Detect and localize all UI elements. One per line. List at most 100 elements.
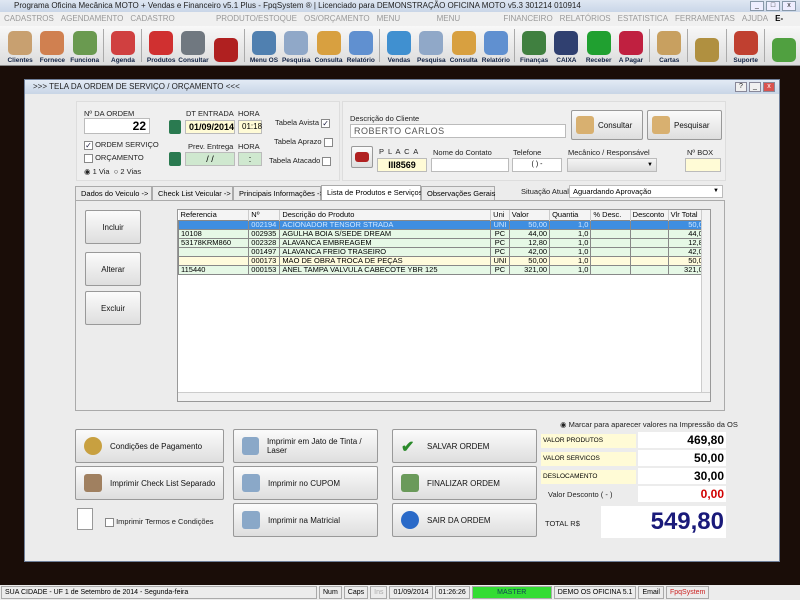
close-button[interactable]: x (782, 1, 796, 11)
box-field[interactable] (685, 158, 721, 172)
situacao-dropdown[interactable]: Aguardando Aprovação ▼ (569, 185, 723, 198)
menu-item[interactable]: FERRAMENTAS (675, 12, 735, 26)
maximize-button[interactable]: □ (766, 1, 780, 11)
help-button[interactable]: ? (735, 82, 747, 92)
calendar-icon[interactable] (169, 120, 181, 134)
tab-lista-produtos[interactable]: Lista de Produtos e Serviços -> (321, 185, 431, 201)
menu-item[interactable]: CADASTROS (4, 12, 54, 26)
column-header[interactable]: Desconto (630, 210, 669, 220)
toolbar-button[interactable]: Consultar (177, 26, 209, 66)
deslocamento-field[interactable]: 30,00 (638, 468, 726, 484)
marcar-radio[interactable]: ◉ Marcar para aparecer valores na Impres… (560, 420, 738, 429)
close-button[interactable]: x (763, 82, 775, 92)
tabela-aprazo-checkbox[interactable]: Tabela Aprazo (274, 137, 333, 147)
imprimir-jato-button[interactable]: Imprimir em Jato de Tinta / Laser (233, 429, 378, 463)
menu-item[interactable]: E-MAIL (775, 12, 800, 37)
salvar-ordem-button[interactable]: ✔ SALVAR ORDEM (392, 429, 537, 463)
sair-ordem-button[interactable]: SAIR DA ORDEM (392, 503, 537, 537)
mecanico-dropdown[interactable]: ▼ (567, 158, 657, 172)
toolbar-button[interactable]: Cartas (653, 26, 685, 66)
via-radio-group[interactable]: ◉ 1 Via ○ 2 Vias (84, 167, 141, 176)
incluir-button[interactable]: Incluir (85, 210, 141, 244)
horizontal-scrollbar[interactable] (178, 392, 710, 401)
menu-item[interactable]: OS/ORÇAMENTO (304, 12, 370, 26)
minimize-button[interactable]: _ (749, 82, 761, 92)
toolbar-button[interactable]: Consulta (447, 26, 479, 66)
menu-item[interactable]: FINANCEIRO (503, 12, 552, 26)
telefone-field[interactable]: ( ) - (512, 158, 562, 172)
toolbar-button[interactable] (210, 26, 242, 66)
menu-item[interactable]: PRODUTO/ESTOQUE (216, 12, 297, 26)
status-email[interactable]: Email (638, 586, 664, 599)
toolbar-button[interactable]: Clientes (4, 26, 36, 66)
toolbar-button[interactable]: A Pagar (615, 26, 647, 66)
prev-entrega-field[interactable]: / / (185, 152, 235, 166)
column-header[interactable]: % Desc. (590, 210, 631, 220)
toolbar-button[interactable] (691, 26, 723, 66)
imprimir-check-list-button[interactable]: Imprimir Check List Separado (75, 466, 224, 500)
ordem-servico-checkbox[interactable]: ✓ ORDEM SERVIÇO (84, 140, 159, 150)
menu-item[interactable]: CADASTRO VEICULOS (130, 12, 209, 37)
toolbar-button[interactable]: Pesquisa (280, 26, 312, 66)
imprimir-matricial-button[interactable]: Imprimir na Matricial (233, 503, 378, 537)
toolbar-button[interactable] (768, 26, 800, 66)
calendar-icon[interactable] (169, 152, 181, 166)
column-header[interactable]: Nº (248, 210, 281, 220)
client-name-field[interactable]: ROBERTO CARLOS (350, 124, 566, 138)
dt-entrada-field[interactable]: 01/09/2014 (185, 120, 235, 134)
toolbar-button[interactable]: Finanças (518, 26, 550, 66)
menu-item[interactable]: RELATÓRIOS (560, 12, 611, 26)
column-header[interactable]: Valor (509, 210, 551, 220)
orcamento-checkbox[interactable]: ORÇAMENTO (84, 153, 144, 163)
toolbar-button[interactable]: Receber (583, 26, 615, 66)
minimize-button[interactable]: _ (750, 1, 764, 11)
table-row[interactable]: 53178KRM860 002328 ALAVANCA EMBREAGEM PC 12,… (178, 237, 710, 248)
menu-item[interactable]: MENU VENDAS (377, 12, 430, 37)
toolbar-button[interactable]: Menu OS (248, 26, 280, 66)
column-header[interactable]: Referencia (178, 210, 250, 220)
toolbar-button[interactable]: Vendas (383, 26, 415, 66)
imprimir-cupom-button[interactable]: Imprimir no CUPOM (233, 466, 378, 500)
finalizar-ordem-button[interactable]: FINALIZAR ORDEM (392, 466, 537, 500)
table-row[interactable]: 002194 ACIONADOR TENSOR STRADA UNI 50,00 1,0… (178, 219, 710, 230)
column-header[interactable]: Descrição do Produto (279, 210, 492, 220)
tabela-avista-checkbox[interactable]: Tabela Avista ✓ (275, 118, 331, 128)
table-row[interactable]: 10108 002935 AGULHA BOIA S/SEDE DREAM PC 44,… (178, 228, 710, 239)
toolbar-button[interactable]: Relatório (480, 26, 512, 66)
menu-item[interactable]: AJUDA (742, 12, 768, 26)
condicoes-pagamento-button[interactable]: Condições de Pagamento (75, 429, 224, 463)
menu-item[interactable]: ESTATISTICA (618, 12, 668, 26)
alterar-button[interactable]: Alterar (85, 252, 141, 286)
moto-button[interactable] (351, 146, 373, 168)
menu-item[interactable]: AGENDAMENTO (61, 12, 124, 26)
contato-field[interactable] (431, 158, 509, 172)
menu-item[interactable]: MENU COMPRAS (437, 12, 497, 37)
toolbar-button[interactable]: Suporte (730, 26, 762, 66)
tabela-atacado-checkbox[interactable]: Tabela Atacado (269, 156, 332, 166)
tab-dados-veiculo[interactable]: Dados do Veiculo -> (75, 186, 152, 200)
tab-observacoes[interactable]: Observações Gerais (421, 186, 495, 200)
toolbar-button[interactable]: Funciona (69, 26, 101, 66)
toolbar-button[interactable]: Relatório (345, 26, 377, 66)
pesquisar-button[interactable]: Pesquisar (647, 110, 722, 140)
imprimir-termos-checkbox[interactable]: Imprimir Termos e Condições (105, 517, 213, 527)
toolbar-button[interactable]: Consulta (312, 26, 344, 66)
table-row[interactable]: 115440 000153 ANEL TAMPA VALVULA CABECOTE … (178, 264, 710, 275)
toolbar-button[interactable]: CAIXA (550, 26, 582, 66)
column-header[interactable]: Quantia (549, 210, 592, 220)
consultar-button[interactable]: Consultar (571, 110, 643, 140)
excluir-button[interactable]: Excluir (85, 291, 141, 325)
tab-check-list[interactable]: Check List Veicular -> (152, 186, 233, 200)
order-number-field[interactable]: 22 (84, 118, 150, 134)
placa-field[interactable]: III8569 (377, 158, 427, 172)
table-row[interactable]: 000173 MAO DE OBRA TROCA DE PEÇAS UNI 50,00… (178, 255, 710, 266)
toolbar-button[interactable]: Pesquisa (415, 26, 447, 66)
vertical-scrollbar[interactable] (701, 210, 710, 393)
hora2-field[interactable]: : (238, 152, 262, 166)
table-row[interactable]: 001497 ALAVANCA FREIO TRASEIRO PC 42,00 1,0 4… (178, 246, 710, 257)
tab-principais-informacoes[interactable]: Principais Informações -> (233, 186, 324, 200)
desconto-field[interactable]: 0,00 (638, 486, 726, 502)
column-header[interactable]: Uni (490, 210, 510, 220)
hora-field[interactable]: 01:18 (238, 120, 262, 134)
toolbar-button[interactable]: Fornece (36, 26, 68, 66)
